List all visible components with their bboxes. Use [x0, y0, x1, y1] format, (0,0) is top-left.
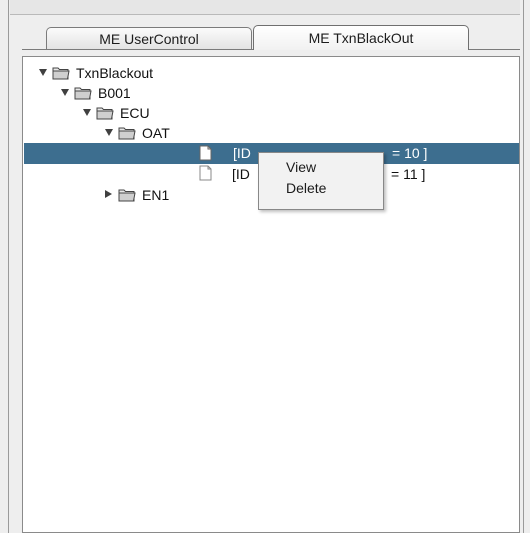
folder-open-icon [52, 67, 70, 80]
collapse-triangle-icon[interactable] [83, 109, 91, 116]
menu-item-delete[interactable]: Delete [286, 180, 326, 196]
tree-panel[interactable]: TxnBlackout B001 ECU OAT [ID = 10] [ID … [22, 56, 520, 533]
right-border [523, 0, 524, 533]
tree-node-label: EN1 [142, 187, 170, 203]
leaf-label-prefix: [ID [232, 166, 250, 182]
tree-node-label: ECU [120, 105, 150, 121]
leaf-label-suffix: = 10 ] [392, 145, 428, 161]
folder-open-icon [118, 127, 136, 140]
leaf-label-prefix: [ID [233, 145, 251, 161]
window-frame: ME UserControl ME TxnBlackOut TxnBlackou… [0, 0, 530, 533]
leaf-label-suffix: = 11 ] [391, 166, 426, 182]
folder-open-icon [74, 87, 92, 100]
top-strip [10, 0, 520, 15]
tree-node-label: B001 [98, 85, 131, 101]
expand-triangle-icon[interactable] [105, 190, 112, 198]
context-menu: View Delete [258, 152, 384, 210]
tree-node-label: OAT [142, 125, 170, 141]
folder-open-icon [118, 189, 136, 202]
folder-open-icon [96, 107, 114, 120]
tab-me-txnblackout[interactable]: ME TxnBlackOut [253, 25, 469, 50]
collapse-triangle-icon[interactable] [105, 129, 113, 136]
document-icon [199, 145, 212, 161]
tab-me-usercontrol[interactable]: ME UserControl [46, 27, 252, 49]
menu-item-view[interactable]: View [286, 159, 316, 175]
document-icon [199, 165, 212, 181]
tree-node-label: TxnBlackout [76, 65, 154, 81]
collapse-triangle-icon[interactable] [39, 69, 47, 76]
left-border [8, 0, 9, 533]
collapse-triangle-icon[interactable] [61, 89, 69, 96]
